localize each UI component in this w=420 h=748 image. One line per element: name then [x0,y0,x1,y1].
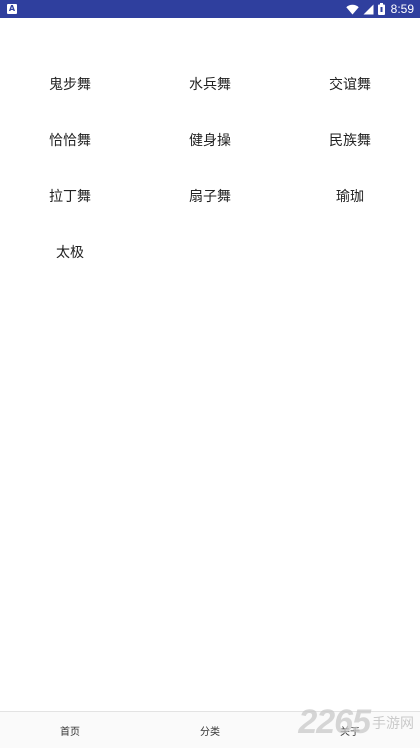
app-notification-icon: A [7,4,17,14]
status-time: 8:59 [390,2,414,16]
signal-icon [363,4,374,14]
category-item-shuibingwu[interactable]: 水兵舞 [140,56,280,112]
category-item-qiaqiawu[interactable]: 恰恰舞 [0,112,140,168]
tab-about[interactable]: 关于 [280,712,420,748]
tab-category[interactable]: 分类 [140,712,280,748]
category-item-yujia[interactable]: 瑜珈 [280,168,420,224]
category-grid: 鬼步舞 水兵舞 交谊舞 恰恰舞 健身操 民族舞 拉丁舞 扇子舞 瑜珈 太极 [0,56,420,280]
category-item-taiji[interactable]: 太极 [0,224,140,280]
bottom-nav: 首页 分类 关于 [0,711,420,748]
category-item-shanziwu[interactable]: 扇子舞 [140,168,280,224]
status-bar: A 8:59 [0,0,420,18]
tab-home[interactable]: 首页 [0,712,140,748]
battery-icon [377,3,385,15]
category-item-minzuwu[interactable]: 民族舞 [280,112,420,168]
category-item-ladingwu[interactable]: 拉丁舞 [0,168,140,224]
category-item-guibuwu[interactable]: 鬼步舞 [0,56,140,112]
wifi-icon [345,4,359,14]
status-icons: 8:59 [345,0,414,18]
category-item-jiaoyiwu[interactable]: 交谊舞 [280,56,420,112]
category-item-jianshencao[interactable]: 健身操 [140,112,280,168]
